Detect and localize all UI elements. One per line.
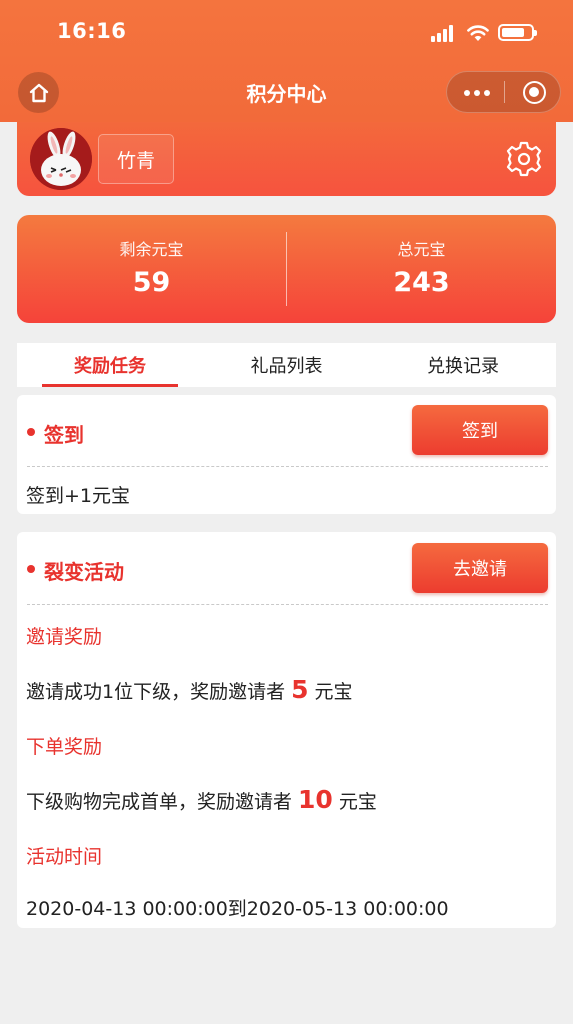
battery-icon — [498, 24, 537, 41]
invite-reward-desc: 邀请成功1位下级，奖励邀请者 5 元宝 — [26, 675, 353, 704]
avatar[interactable] — [30, 128, 92, 190]
invite-reward-unit: 元宝 — [314, 681, 353, 703]
close-miniprogram-icon[interactable] — [523, 81, 546, 104]
checkin-section: 签到 签到 签到+1元宝 — [17, 395, 556, 514]
order-reward-amount: 10 — [298, 785, 333, 814]
order-reward-title: 下单奖励 — [26, 736, 103, 758]
tab-bar: 奖励任务 礼品列表 兑换记录 — [17, 343, 556, 387]
order-reward-prefix: 下级购物完成首单，奖励邀请者 — [26, 791, 293, 813]
invite-title: 裂变活动 — [44, 560, 124, 584]
section-dot — [27, 565, 35, 573]
period-value: 2020-04-13 00:00:00到2020-05-13 00:00:00 — [26, 898, 449, 920]
rabbit-avatar-icon — [30, 128, 92, 190]
tab-active-indicator — [42, 384, 178, 387]
checkin-title: 签到 — [44, 423, 84, 447]
invite-reward-amount: 5 — [291, 675, 309, 704]
username: 竹青 — [98, 134, 174, 184]
status-bar: 16:16 — [0, 0, 573, 60]
order-reward-unit: 元宝 — [338, 791, 377, 813]
dashed-divider — [27, 604, 548, 605]
tab-gift-list[interactable]: 礼品列表 — [203, 343, 370, 387]
invite-reward-title: 邀请奖励 — [26, 626, 103, 648]
stat-value: 243 — [393, 267, 450, 298]
stats-card: 剩余元宝 59 总元宝 243 — [17, 215, 556, 323]
user-card: 竹青 — [17, 122, 556, 196]
stat-label: 总元宝 — [397, 240, 446, 259]
stat-total: 总元宝 243 — [287, 215, 556, 323]
nav-bar: 积分中心 — [0, 66, 573, 118]
invite-button[interactable]: 去邀请 — [412, 543, 548, 593]
section-dot — [27, 428, 35, 436]
invite-section: 裂变活动 去邀请 邀请奖励 邀请成功1位下级，奖励邀请者 5 元宝 下单奖励 下级购… — [17, 532, 556, 928]
period-title: 活动时间 — [26, 846, 103, 868]
signal-icon — [431, 24, 459, 42]
stat-value: 59 — [132, 267, 171, 298]
tab-reward-tasks[interactable]: 奖励任务 — [17, 343, 203, 387]
tab-exchange-records[interactable]: 兑换记录 — [370, 343, 556, 387]
capsule-divider — [504, 81, 505, 103]
order-reward-desc: 下级购物完成首单，奖励邀请者 10 元宝 — [26, 785, 377, 814]
invite-reward-prefix: 邀请成功1位下级，奖励邀请者 — [26, 681, 286, 703]
status-time: 16:16 — [57, 19, 127, 43]
checkin-button[interactable]: 签到 — [412, 405, 548, 455]
miniprogram-capsule — [446, 71, 561, 113]
dashed-divider — [27, 466, 548, 467]
stat-remaining: 剩余元宝 59 — [17, 215, 286, 323]
wifi-icon — [467, 25, 489, 41]
gear-icon[interactable] — [505, 140, 543, 178]
checkin-desc: 签到+1元宝 — [26, 485, 131, 507]
stat-label: 剩余元宝 — [119, 240, 184, 259]
more-icon[interactable] — [464, 82, 490, 102]
